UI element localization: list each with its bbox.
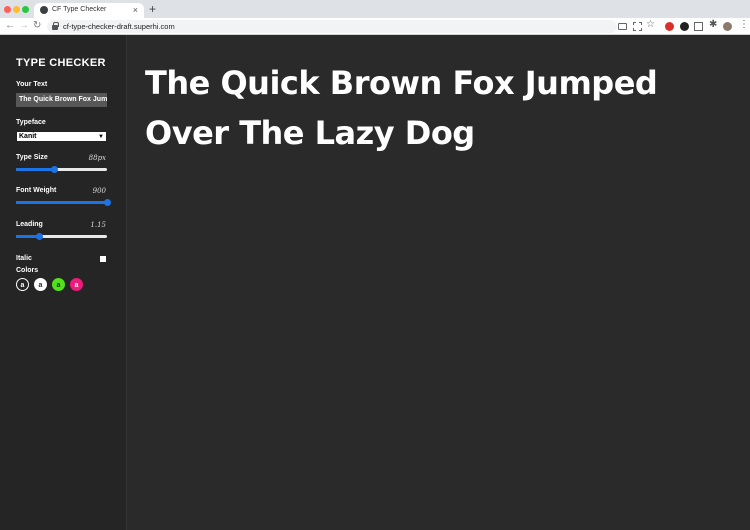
slider-thumb[interactable] [104,199,111,206]
typeface-selected-value: Kanit [19,133,37,140]
font-weight-value: 900 [92,187,106,195]
minimize-window-button[interactable] [13,6,20,13]
type-size-label: Type Size [16,154,48,161]
color-swatch-green[interactable]: a [52,278,65,291]
back-button[interactable]: ← [5,20,15,32]
extension-icon[interactable] [680,22,689,31]
forward-button[interactable]: → [19,20,29,32]
italic-checkbox[interactable] [100,256,106,262]
address-bar[interactable]: cf-type-checker-draft.superhi.com [47,20,617,33]
maximize-window-button[interactable] [22,6,29,13]
color-swatch-white[interactable]: a [34,278,47,291]
your-text-input[interactable]: The Quick Brown Fox Jumped Over The Lazy… [16,93,107,107]
font-weight-label: Font Weight [16,187,57,194]
slider-thumb[interactable] [51,166,59,173]
color-swatch-pink[interactable]: a [70,278,83,291]
typeface-label: Typeface [16,119,46,126]
colors-label: Colors [16,267,39,274]
lock-icon [52,22,59,30]
qr-code-icon[interactable] [633,22,642,31]
chevron-down-icon: ▼ [98,134,104,140]
browser-menu-icon[interactable]: ⋮ [739,19,749,31]
app-title: TYPE CHECKER [16,57,106,69]
new-tab-button[interactable]: + [149,2,156,16]
browser-toolbar: ← → ↻ cf-type-checker-draft.superhi.com … [0,18,750,35]
slider-fill [16,168,55,171]
type-size-slider[interactable] [16,166,107,173]
globe-icon [40,6,48,14]
browser-tab-strip: CF Type Checker × + [0,0,750,18]
italic-label: Italic [16,255,32,262]
color-swatch-dark[interactable]: a [16,278,29,291]
profile-avatar[interactable] [723,22,732,31]
reload-button[interactable]: ↻ [33,20,41,32]
adblock-extension-icon[interactable] [665,22,674,31]
controls-sidebar: TYPE CHECKER Your Text The Quick Brown F… [0,35,127,530]
typeface-select[interactable]: Kanit ▼ [16,131,107,142]
extensions-puzzle-icon[interactable]: ✱ [709,19,717,31]
slider-fill [16,201,107,204]
slider-thumb[interactable] [35,233,43,240]
cast-icon[interactable] [618,23,627,30]
leading-value: 1.15 [90,221,106,229]
url-text[interactable]: cf-type-checker-draft.superhi.com [63,21,175,32]
close-window-button[interactable] [4,6,11,13]
font-weight-slider[interactable] [16,199,111,206]
tab-title: CF Type Checker [52,6,107,13]
leading-slider[interactable] [16,233,107,240]
tab-close-icon[interactable]: × [133,4,138,16]
type-size-value: 88px [88,154,106,162]
your-text-label: Your Text [16,81,48,88]
type-preview-text: The Quick Brown Fox Jumped Over The Lazy… [145,64,658,152]
grid-extension-icon[interactable] [694,22,703,31]
browser-tab[interactable]: CF Type Checker × [34,3,144,18]
leading-label: Leading [16,221,43,228]
bookmark-star-icon[interactable]: ☆ [646,19,655,31]
